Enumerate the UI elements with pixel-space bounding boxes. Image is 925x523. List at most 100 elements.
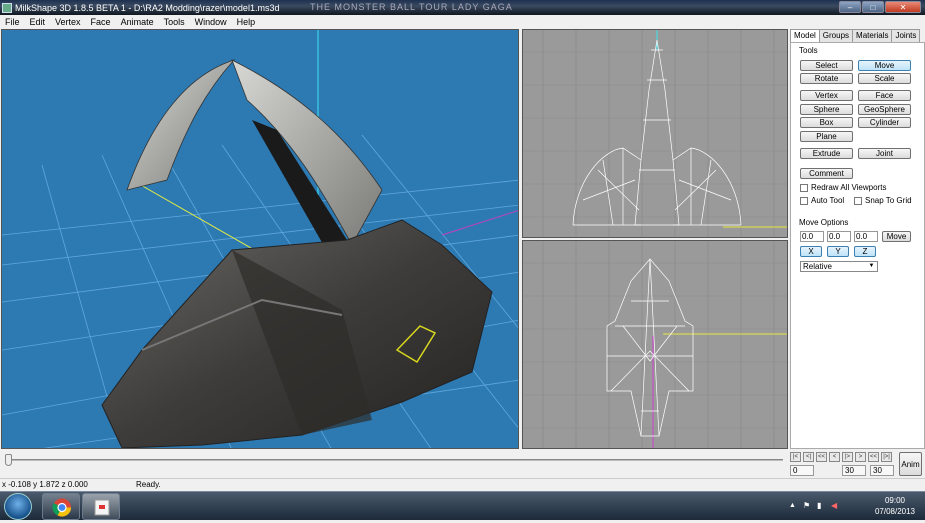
menu-vertex[interactable]: Vertex: [50, 17, 86, 27]
background-window-text: THE MONSTER BALL TOUR LADY GAGA: [310, 2, 513, 12]
tray-arrow-icon[interactable]: ▲: [789, 502, 796, 509]
viewport-3d-scene: [2, 30, 518, 448]
move-apply-button[interactable]: Move: [882, 231, 911, 242]
menu-help[interactable]: Help: [232, 17, 261, 27]
scale-button[interactable]: Scale: [858, 73, 911, 84]
tab-model[interactable]: Model: [790, 29, 820, 43]
joint-button[interactable]: Joint: [858, 148, 911, 159]
viewport-front-scene: [523, 30, 787, 237]
start-button[interactable]: [4, 493, 32, 520]
last-frame-button[interactable]: |>|: [881, 452, 892, 462]
taskbar-chrome[interactable]: [42, 493, 80, 520]
taskbar: ▲ ⚑ ▮ ◀ 09:00 07/08/2013: [0, 491, 925, 520]
clock[interactable]: 09:00 07/08/2013: [875, 495, 915, 517]
move-y-field[interactable]: 0.0: [827, 231, 851, 242]
redraw-all-label: Redraw All Viewports: [811, 183, 887, 192]
first-frame-button[interactable]: |<: [790, 452, 801, 462]
cylinder-button[interactable]: Cylinder: [858, 117, 911, 128]
milkshape-icon: [94, 499, 110, 516]
volume-icon[interactable]: ◀: [831, 501, 837, 510]
taskbar-milkshape[interactable]: [82, 493, 120, 520]
sphere-button[interactable]: Sphere: [800, 104, 853, 115]
snap-to-grid-checkbox[interactable]: Snap To Grid: [854, 196, 912, 205]
flag-icon[interactable]: ⚑: [803, 501, 810, 510]
rotate-button[interactable]: Rotate: [800, 73, 853, 84]
axis-y-toggle[interactable]: Y: [827, 246, 849, 257]
minimize-button[interactable]: –: [839, 1, 861, 13]
chrome-icon: [52, 498, 71, 517]
window-title: MilkShape 3D 1.8.5 BETA 1 - D:\RA2 Moddi…: [15, 2, 280, 13]
redraw-all-checkbox[interactable]: Redraw All Viewports: [800, 183, 886, 192]
next-key-button[interactable]: <<: [868, 452, 879, 462]
maximize-button[interactable]: □: [862, 1, 884, 13]
move-options-heading: Move Options: [799, 218, 849, 227]
menu-file[interactable]: File: [0, 17, 25, 27]
face-button[interactable]: Face: [858, 90, 911, 101]
grid-front: [523, 30, 787, 237]
extrude-button[interactable]: Extrude: [800, 148, 853, 159]
axis-z: [441, 210, 518, 236]
prev-key-button[interactable]: <|: [803, 452, 814, 462]
viewport-3d[interactable]: [1, 29, 519, 449]
axis-x-toggle[interactable]: X: [800, 246, 822, 257]
menu-tools[interactable]: Tools: [159, 17, 190, 27]
move-z-field[interactable]: 0.0: [854, 231, 878, 242]
grid-top: [523, 241, 787, 448]
frame-end-field[interactable]: 30: [870, 465, 894, 476]
box-button[interactable]: Box: [800, 117, 853, 128]
status-coordinates: x -0.108 y 1.872 z 0.000: [2, 480, 88, 489]
viewport-top-scene: [523, 241, 787, 448]
next-frame-button[interactable]: >: [855, 452, 866, 462]
close-button[interactable]: ✕: [885, 1, 921, 13]
model-tab-body: Tools Select Move Rotate Scale Vertex Fa…: [790, 42, 925, 449]
menu-edit[interactable]: Edit: [25, 17, 51, 27]
checkbox-box: [800, 196, 808, 205]
status-message: Ready.: [136, 480, 161, 489]
comment-button[interactable]: Comment: [800, 168, 853, 179]
vertex-button[interactable]: Vertex: [800, 90, 853, 101]
animation-controls: |< <| << < |> > << |>| 0 30 30 Anim: [790, 450, 925, 478]
viewport-top[interactable]: [522, 240, 788, 449]
prev-frame-button[interactable]: <: [829, 452, 840, 462]
frame-start-field[interactable]: 30: [842, 465, 866, 476]
chevron-down-icon: ▼: [868, 263, 875, 269]
move-mode-select[interactable]: Relative ▼: [800, 261, 878, 272]
wireframe-top: [606, 258, 694, 437]
menu-animate[interactable]: Animate: [116, 17, 159, 27]
plane-button[interactable]: Plane: [800, 131, 853, 142]
menu-bar: File Edit Vertex Face Animate Tools Wind…: [0, 15, 925, 28]
play-button[interactable]: |>: [842, 452, 853, 462]
timeline-slider-thumb[interactable]: [5, 454, 12, 466]
snap-to-grid-label: Snap To Grid: [865, 196, 912, 205]
clock-time: 09:00: [884, 496, 905, 505]
geosphere-button[interactable]: GeoSphere: [858, 104, 911, 115]
animation-timeline: [0, 450, 790, 478]
tab-joints[interactable]: Joints: [891, 29, 921, 42]
status-bar: x -0.108 y 1.872 z 0.000 Ready.: [0, 478, 925, 491]
viewport-front[interactable]: [522, 29, 788, 238]
wireframe-front: [572, 39, 742, 226]
move-x-field[interactable]: 0.0: [800, 231, 824, 242]
auto-tool-checkbox[interactable]: Auto Tool: [800, 196, 844, 205]
clock-date: 07/08/2013: [874, 507, 915, 516]
timeline-track[interactable]: [8, 459, 783, 461]
menu-window[interactable]: Window: [190, 17, 232, 27]
checkbox-box: [854, 196, 862, 205]
app-icon: [2, 2, 12, 13]
network-icon[interactable]: ▮: [817, 501, 821, 510]
menu-face[interactable]: Face: [86, 17, 116, 27]
select-button[interactable]: Select: [800, 60, 853, 71]
system-tray: ▲ ⚑ ▮ ◀ 09:00 07/08/2013: [785, 492, 925, 521]
move-button[interactable]: Move: [858, 60, 911, 71]
tab-groups[interactable]: Groups: [818, 29, 854, 42]
tools-heading: Tools: [799, 46, 818, 55]
anim-button[interactable]: Anim: [899, 452, 922, 476]
title-bar: MilkShape 3D 1.8.5 BETA 1 - D:\RA2 Moddi…: [0, 0, 925, 15]
checkbox-box: [800, 183, 808, 192]
model-blade-top: [126, 59, 236, 191]
current-frame-field[interactable]: 0: [790, 465, 814, 476]
tab-materials[interactable]: Materials: [852, 29, 893, 42]
tool-panel: Model Groups Materials Joints Tools Sele…: [790, 29, 925, 449]
axis-z-toggle[interactable]: Z: [854, 246, 876, 257]
rewind-button[interactable]: <<: [816, 452, 827, 462]
